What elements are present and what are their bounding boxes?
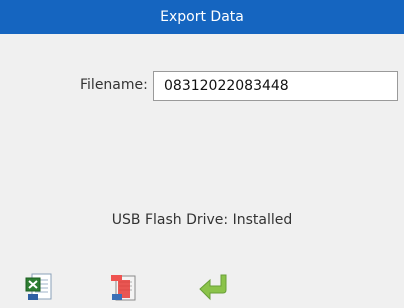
export-excel-button[interactable] bbox=[22, 270, 56, 304]
usb-status-text: USB Flash Drive: Installed bbox=[111, 212, 293, 228]
export-pdf-button[interactable] bbox=[106, 270, 140, 304]
filename-label: Filename: bbox=[80, 77, 148, 93]
back-button[interactable] bbox=[196, 270, 230, 304]
window-title: Export Data bbox=[160, 9, 244, 25]
filename-row: Filename: bbox=[0, 71, 404, 103]
filename-input[interactable] bbox=[153, 71, 398, 101]
return-arrow-icon bbox=[199, 274, 227, 301]
title-bar: Export Data bbox=[0, 0, 404, 34]
pdf-export-icon bbox=[111, 275, 136, 301]
excel-export-icon bbox=[25, 273, 52, 300]
